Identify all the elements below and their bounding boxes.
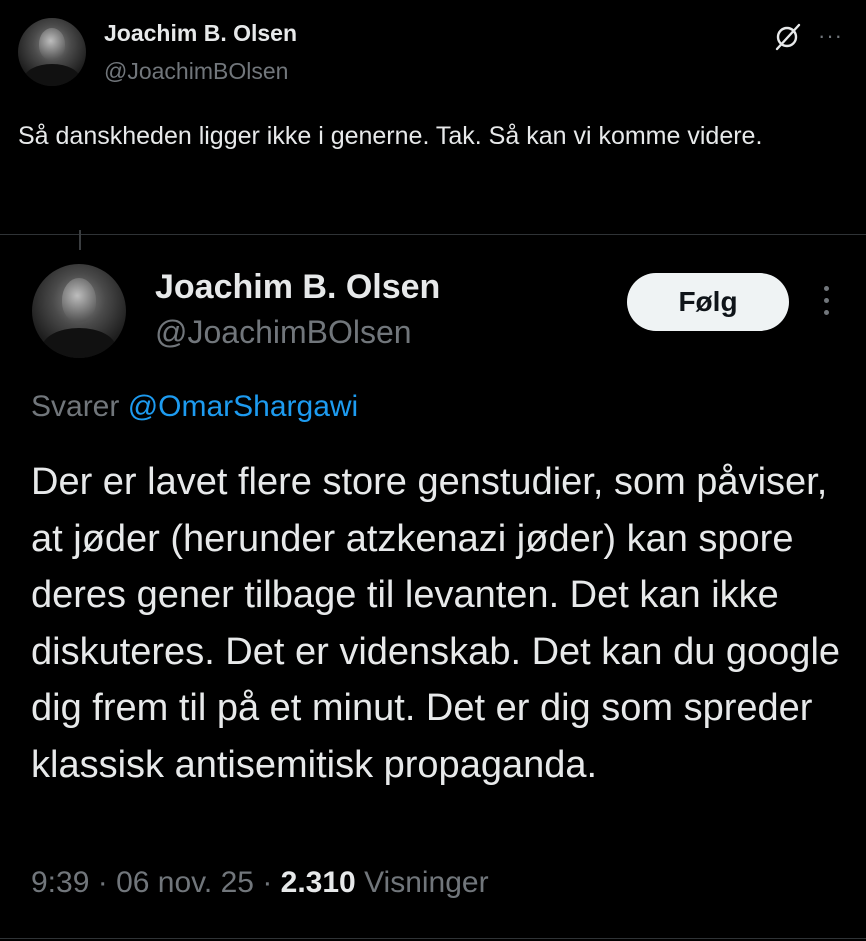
author-handle[interactable]: @JoachimBOlsen [155,314,412,351]
author-handle[interactable]: @JoachimBOlsen [104,58,288,85]
thread-line [79,230,81,250]
mention-link[interactable]: @OmarShargawi [128,390,359,423]
author-name[interactable]: Joachim B. Olsen [104,20,297,47]
author-name[interactable]: Joachim B. Olsen [155,268,440,307]
divider [0,234,866,235]
tweet-date[interactable]: 06 nov. 25 [116,866,254,899]
meta-separator: · [97,866,108,899]
more-vertical-icon[interactable] [818,286,834,322]
tweet-text: Så danskheden ligger ikke i generne. Tak… [18,122,763,150]
divider [0,938,866,939]
more-icon[interactable]: ··· [818,24,848,48]
avatar[interactable] [18,18,86,86]
tweet-meta: 9:39 · 06 nov. 25 · 2.310 Visninger [31,866,489,900]
grok-icon[interactable] [772,22,802,52]
meta-separator: · [262,866,273,899]
tweet-text: Der er lavet flere store genstudier, som… [31,461,841,786]
views-count: 2.310 [280,866,356,899]
tweet-time[interactable]: 9:39 [31,866,89,899]
reply-prefix: Svarer [31,390,120,423]
views-label: Visninger [364,866,489,899]
reply-context: Svarer @OmarShargawi [31,390,358,424]
follow-button[interactable]: Følg [627,273,789,331]
avatar[interactable] [32,264,126,358]
